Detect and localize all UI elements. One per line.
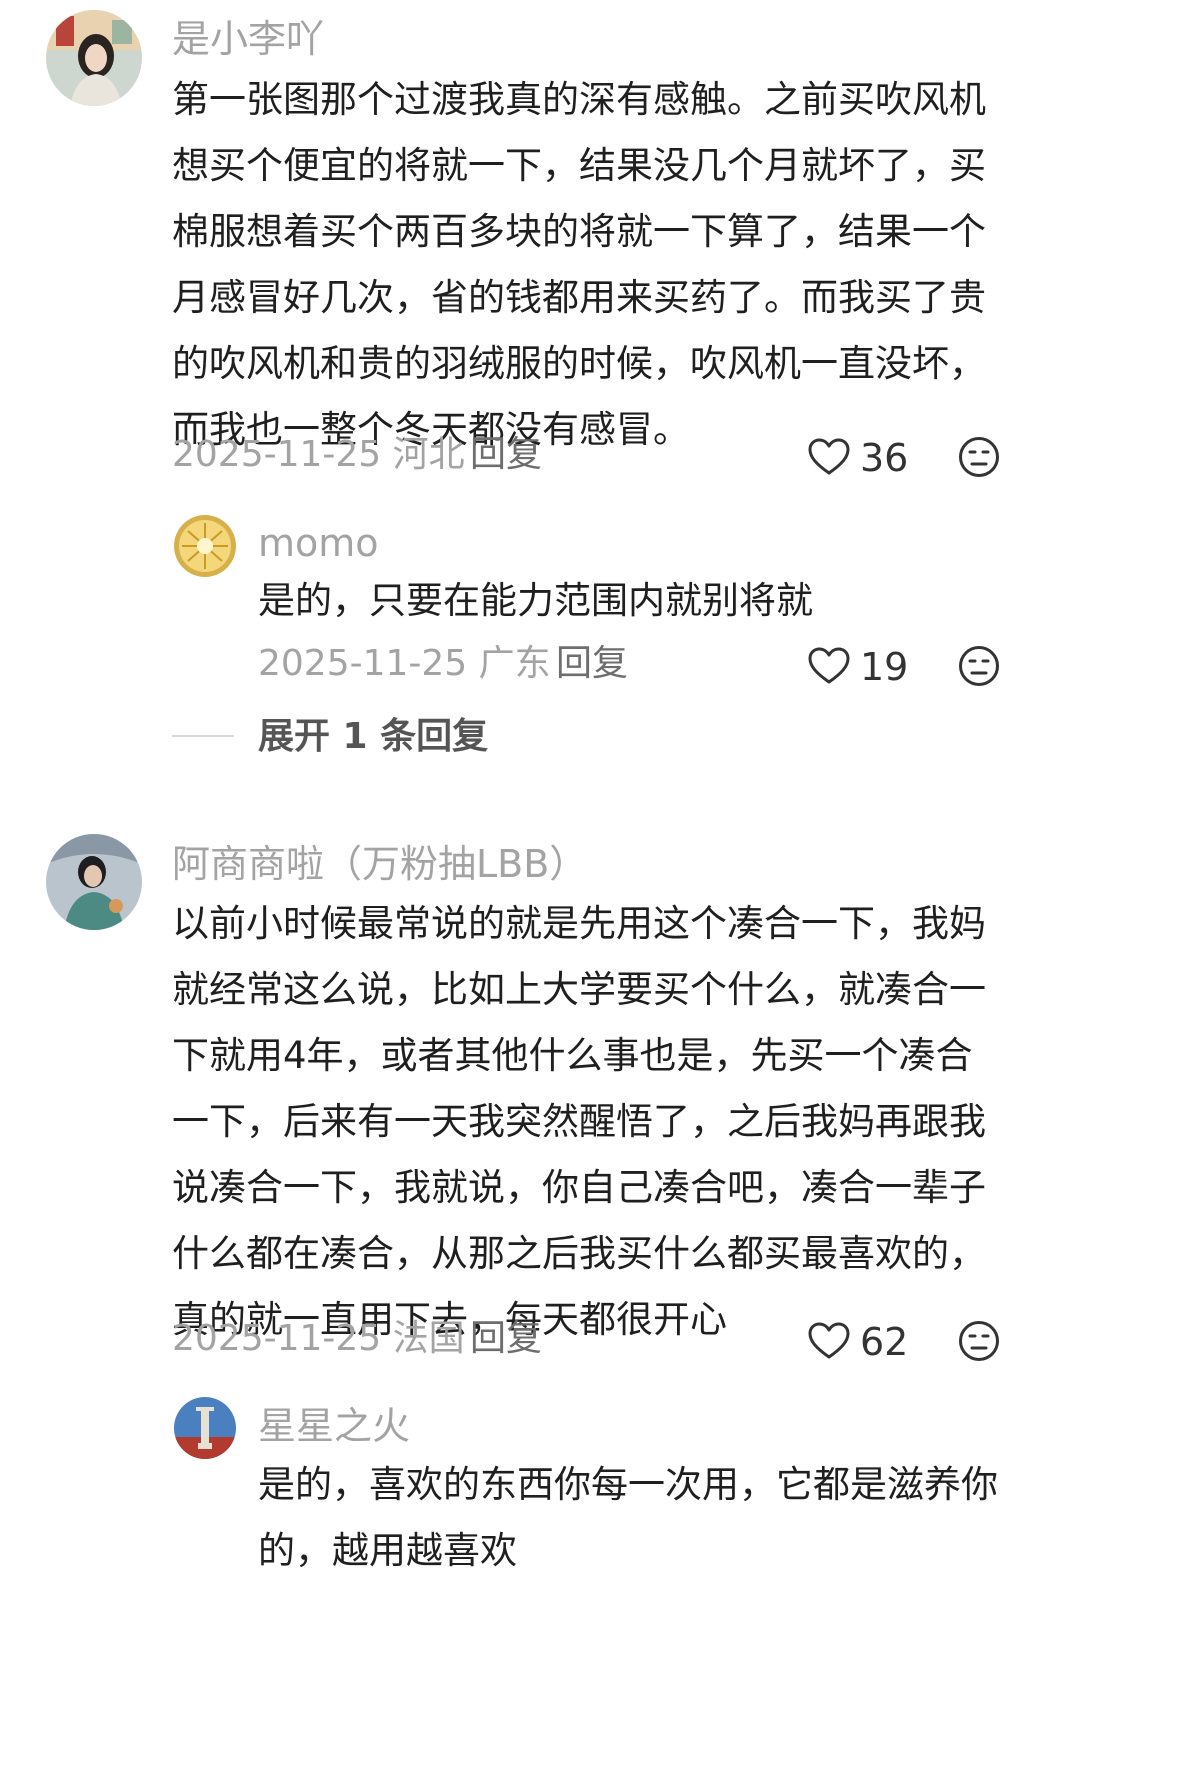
heart-outline-icon bbox=[808, 647, 850, 684]
like-count: 36 bbox=[860, 436, 909, 480]
comment-line: 就经常这么说，比如上大学要买个什么，就凑合一 bbox=[172, 968, 986, 1011]
avatar-image bbox=[174, 515, 236, 577]
avatar[interactable] bbox=[46, 10, 142, 106]
reply-body: 是的，只要在能力范围内就别将就 bbox=[258, 568, 813, 634]
comment-line: 月感冒好几次，省的钱都用来买药了。而我买了贵 bbox=[172, 276, 986, 319]
comment-line: 想买个便宜的将就一下，结果没几个月就坏了，买 bbox=[172, 144, 986, 187]
like-count: 62 bbox=[860, 1320, 909, 1364]
reply-button[interactable]: 回复 bbox=[556, 646, 628, 682]
comment-date-location: 2025-11-25 法国 bbox=[172, 1318, 465, 1359]
reply-username[interactable]: momo bbox=[258, 524, 379, 562]
reply-line: 是的，只要在能力范围内就别将就 bbox=[258, 579, 813, 622]
comment-line: 第一张图那个过渡我真的深有感触。之前买吹风机 bbox=[172, 78, 986, 121]
avatar[interactable] bbox=[46, 834, 142, 930]
reply-line: 是的，喜欢的东西你每一次用，它都是滋养你 bbox=[258, 1463, 998, 1506]
like-count: 19 bbox=[860, 645, 909, 689]
comment-line: 的吹风机和贵的羽绒服的时候，吹风机一直没坏， bbox=[172, 342, 986, 385]
avatar[interactable] bbox=[174, 1397, 236, 1459]
neutral-face-icon[interactable] bbox=[958, 1320, 1000, 1362]
like-button[interactable]: 19 bbox=[808, 645, 908, 689]
comment-line: 以前小时候最常说的就是先用这个凑合一下，我妈 bbox=[172, 902, 986, 945]
comment-line: 说凑合一下，我就说，你自己凑合吧，凑合一辈子 bbox=[172, 1166, 986, 1209]
comment-line: 下就用4年，或者其他什么事也是，先买一个凑合 bbox=[172, 1034, 973, 1077]
comment-body: 第一张图那个过渡我真的深有感触。之前买吹风机 想买个便宜的将就一下，结果没几个月… bbox=[172, 67, 986, 463]
comment-body: 以前小时候最常说的就是先用这个凑合一下，我妈 就经常这么说，比如上大学要买个什么… bbox=[172, 891, 986, 1353]
reply-button[interactable]: 回复 bbox=[470, 1321, 542, 1357]
avatar[interactable] bbox=[174, 515, 236, 577]
like-button[interactable]: 62 bbox=[808, 1320, 908, 1364]
avatar-image bbox=[174, 1397, 236, 1459]
like-button[interactable]: 36 bbox=[808, 436, 908, 480]
avatar-image bbox=[46, 834, 142, 930]
comment-username[interactable]: 是小李吖 bbox=[172, 20, 324, 58]
reply-date-location: 2025-11-25 广东 bbox=[258, 643, 551, 684]
neutral-face-icon[interactable] bbox=[958, 436, 1000, 478]
reply-username[interactable]: 星星之火 bbox=[258, 1407, 410, 1445]
reply-body: 是的，喜欢的东西你每一次用，它都是滋养你 的，越用越喜欢 bbox=[258, 1452, 998, 1584]
comment-line: 一下，后来有一天我突然醒悟了，之后我妈再跟我 bbox=[172, 1100, 986, 1143]
expand-replies-button[interactable]: 展开 1 条回复 bbox=[258, 719, 488, 755]
heart-outline-icon bbox=[808, 438, 850, 475]
reply-line: 的，越用越喜欢 bbox=[258, 1529, 517, 1572]
reply-button[interactable]: 回复 bbox=[470, 437, 542, 473]
neutral-face-icon[interactable] bbox=[958, 645, 1000, 687]
comment-line: 棉服想着买个两百多块的将就一下算了，结果一个 bbox=[172, 210, 986, 253]
comment-line: 什么都在凑合，从那之后我买什么都买最喜欢的， bbox=[172, 1232, 986, 1275]
comment-username[interactable]: 阿商商啦（万粉抽LBB） bbox=[172, 845, 587, 883]
expand-divider bbox=[172, 735, 234, 737]
heart-outline-icon bbox=[808, 1322, 850, 1359]
avatar-image bbox=[46, 10, 142, 106]
comment-date-location: 2025-11-25 河北 bbox=[172, 434, 465, 475]
